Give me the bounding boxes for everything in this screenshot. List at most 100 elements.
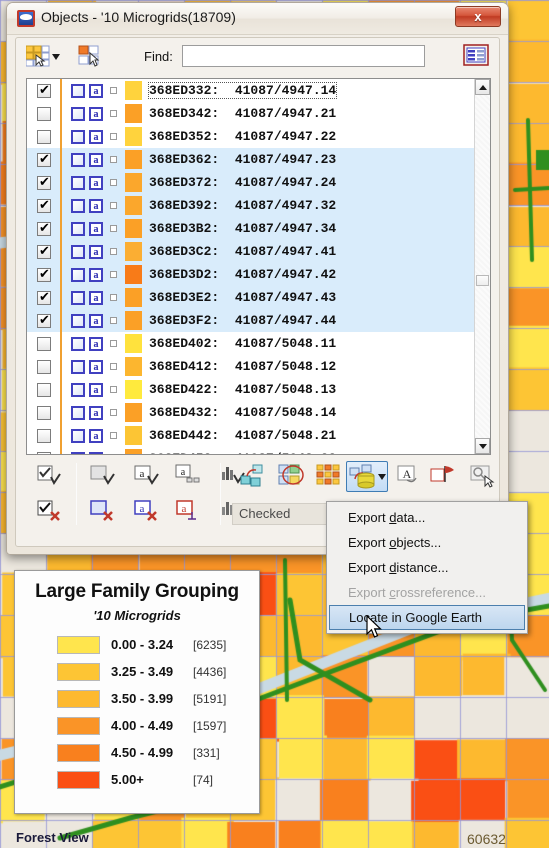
- checked-filter-field[interactable]: Checked: [232, 503, 330, 525]
- row-attribute-icon[interactable]: a: [89, 129, 103, 144]
- shape-select-icon[interactable]: [78, 45, 106, 67]
- row-marker-icon[interactable]: [110, 248, 117, 255]
- label-objects-icon[interactable]: A: [394, 462, 424, 492]
- list-scrollbar[interactable]: [474, 79, 490, 454]
- row-attribute-icon[interactable]: a: [89, 106, 103, 121]
- row-attribute-icon[interactable]: a: [89, 221, 103, 236]
- row-shape-icon[interactable]: [71, 405, 85, 420]
- row-marker-icon[interactable]: [110, 271, 117, 278]
- select-attribute-table-icon[interactable]: a: [174, 462, 204, 492]
- row-shape-icon[interactable]: [71, 198, 85, 213]
- link-objects-icon[interactable]: [238, 462, 268, 492]
- uncheck-all-icon[interactable]: [34, 498, 64, 528]
- table-view-icon[interactable]: [463, 44, 489, 66]
- object-list-row[interactable]: a 368ED342: 41087/4947.21: [27, 102, 475, 125]
- row-checkbox[interactable]: [37, 312, 51, 328]
- row-attribute-icon[interactable]: a: [89, 359, 103, 374]
- object-list-row[interactable]: a 368ED3F2: 41087/4947.44: [27, 309, 475, 332]
- row-checkbox[interactable]: [37, 197, 51, 213]
- objects-dialog-window[interactable]: Objects - '10 Microgrids(18709) x Find: …: [6, 2, 509, 555]
- row-attribute-icon[interactable]: a: [89, 83, 103, 98]
- row-checkbox[interactable]: [37, 243, 51, 259]
- row-checkbox[interactable]: [37, 359, 51, 374]
- row-attribute-icon[interactable]: a: [89, 382, 103, 397]
- row-marker-icon[interactable]: [110, 340, 117, 347]
- row-marker-icon[interactable]: [110, 202, 117, 209]
- row-checkbox[interactable]: [37, 405, 51, 420]
- row-attribute-icon[interactable]: a: [89, 175, 103, 190]
- row-checkbox[interactable]: [37, 220, 51, 236]
- row-shape-icon[interactable]: [71, 152, 85, 167]
- row-attribute-icon[interactable]: a: [89, 336, 103, 351]
- row-shape-icon[interactable]: [71, 267, 85, 282]
- close-button[interactable]: x: [455, 6, 501, 27]
- object-list[interactable]: a 368ED332: 41087/4947.14 a 368ED342: 41087…: [27, 79, 475, 454]
- object-list-row[interactable]: a 368ED3D2: 41087/4947.42: [27, 263, 475, 286]
- object-list-row[interactable]: a 368ED402: 41087/5048.11: [27, 332, 475, 355]
- deselect-shape-icon[interactable]: [88, 498, 118, 528]
- row-marker-icon[interactable]: [110, 179, 117, 186]
- select-attribute-icon[interactable]: a: [132, 462, 162, 492]
- delete-attribute-icon[interactable]: a: [174, 498, 204, 528]
- row-attribute-icon[interactable]: a: [89, 267, 103, 282]
- row-checkbox[interactable]: [37, 82, 51, 98]
- row-marker-icon[interactable]: [110, 409, 117, 416]
- row-checkbox[interactable]: [37, 174, 51, 190]
- row-attribute-icon[interactable]: a: [89, 198, 103, 213]
- row-shape-icon[interactable]: [71, 336, 85, 351]
- row-checkbox[interactable]: [37, 336, 51, 351]
- scroll-up-arrow-icon[interactable]: [475, 79, 490, 95]
- menu-item[interactable]: Export distance...: [327, 555, 527, 580]
- row-marker-icon[interactable]: [110, 294, 117, 301]
- object-list-row[interactable]: a 368ED372: 41087/4947.24: [27, 171, 475, 194]
- row-checkbox[interactable]: [37, 106, 51, 121]
- row-marker-icon[interactable]: [110, 156, 117, 163]
- row-checkbox[interactable]: [37, 451, 51, 454]
- row-checkbox[interactable]: [37, 266, 51, 282]
- row-attribute-icon[interactable]: a: [89, 244, 103, 259]
- scroll-down-arrow-icon[interactable]: [475, 438, 490, 454]
- row-shape-icon[interactable]: [71, 359, 85, 374]
- row-shape-icon[interactable]: [71, 382, 85, 397]
- select-shape-icon[interactable]: [88, 462, 118, 492]
- row-shape-icon[interactable]: [71, 106, 85, 121]
- menu-item[interactable]: Locate in Google Earth: [329, 605, 525, 630]
- export-dropdown-menu[interactable]: Export data... Export objects... Export di…: [326, 501, 528, 634]
- object-list-row[interactable]: a 368ED352: 41087/4947.22: [27, 125, 475, 148]
- row-shape-icon[interactable]: [71, 83, 85, 98]
- object-list-row[interactable]: a 368ED332: 41087/4947.14: [27, 79, 475, 102]
- row-attribute-icon[interactable]: a: [89, 290, 103, 305]
- row-marker-icon[interactable]: [110, 432, 117, 439]
- row-shape-icon[interactable]: [71, 221, 85, 236]
- object-list-row[interactable]: a 368ED442: 41087/5048.21: [27, 424, 475, 447]
- map-legend-panel[interactable]: Large Family Grouping '10 Microgrids 0.0…: [14, 570, 260, 814]
- object-list-row[interactable]: a 368ED452: 41087/5048.22: [27, 447, 475, 454]
- row-marker-icon[interactable]: [110, 317, 117, 324]
- row-marker-icon[interactable]: [110, 386, 117, 393]
- grid-select-icon[interactable]: [25, 45, 60, 67]
- row-marker-icon[interactable]: [110, 133, 117, 140]
- object-list-row[interactable]: a 368ED3C2: 41087/4947.41: [27, 240, 475, 263]
- scrollbar-thumb[interactable]: [476, 275, 489, 286]
- row-checkbox[interactable]: [37, 151, 51, 167]
- zoom-selection-icon[interactable]: [468, 462, 498, 492]
- flag-objects-icon[interactable]: [428, 462, 458, 492]
- row-marker-icon[interactable]: [110, 363, 117, 370]
- object-list-row[interactable]: a 368ED3E2: 41087/4947.43: [27, 286, 475, 309]
- object-list-row[interactable]: a 368ED422: 41087/5048.13: [27, 378, 475, 401]
- grid-objects-icon[interactable]: [314, 462, 344, 492]
- row-attribute-icon[interactable]: a: [89, 313, 103, 328]
- group-objects-icon[interactable]: [276, 462, 306, 492]
- row-shape-icon[interactable]: [71, 175, 85, 190]
- row-marker-icon[interactable]: [110, 87, 117, 94]
- search-input[interactable]: [182, 45, 425, 67]
- row-checkbox[interactable]: [37, 428, 51, 443]
- object-list-row[interactable]: a 368ED362: 41087/4947.23: [27, 148, 475, 171]
- row-attribute-icon[interactable]: a: [89, 405, 103, 420]
- row-shape-icon[interactable]: [71, 129, 85, 144]
- export-database-button[interactable]: [346, 461, 388, 492]
- row-shape-icon[interactable]: [71, 290, 85, 305]
- row-shape-icon[interactable]: [71, 428, 85, 443]
- row-shape-icon[interactable]: [71, 451, 85, 454]
- check-all-icon[interactable]: [34, 462, 64, 492]
